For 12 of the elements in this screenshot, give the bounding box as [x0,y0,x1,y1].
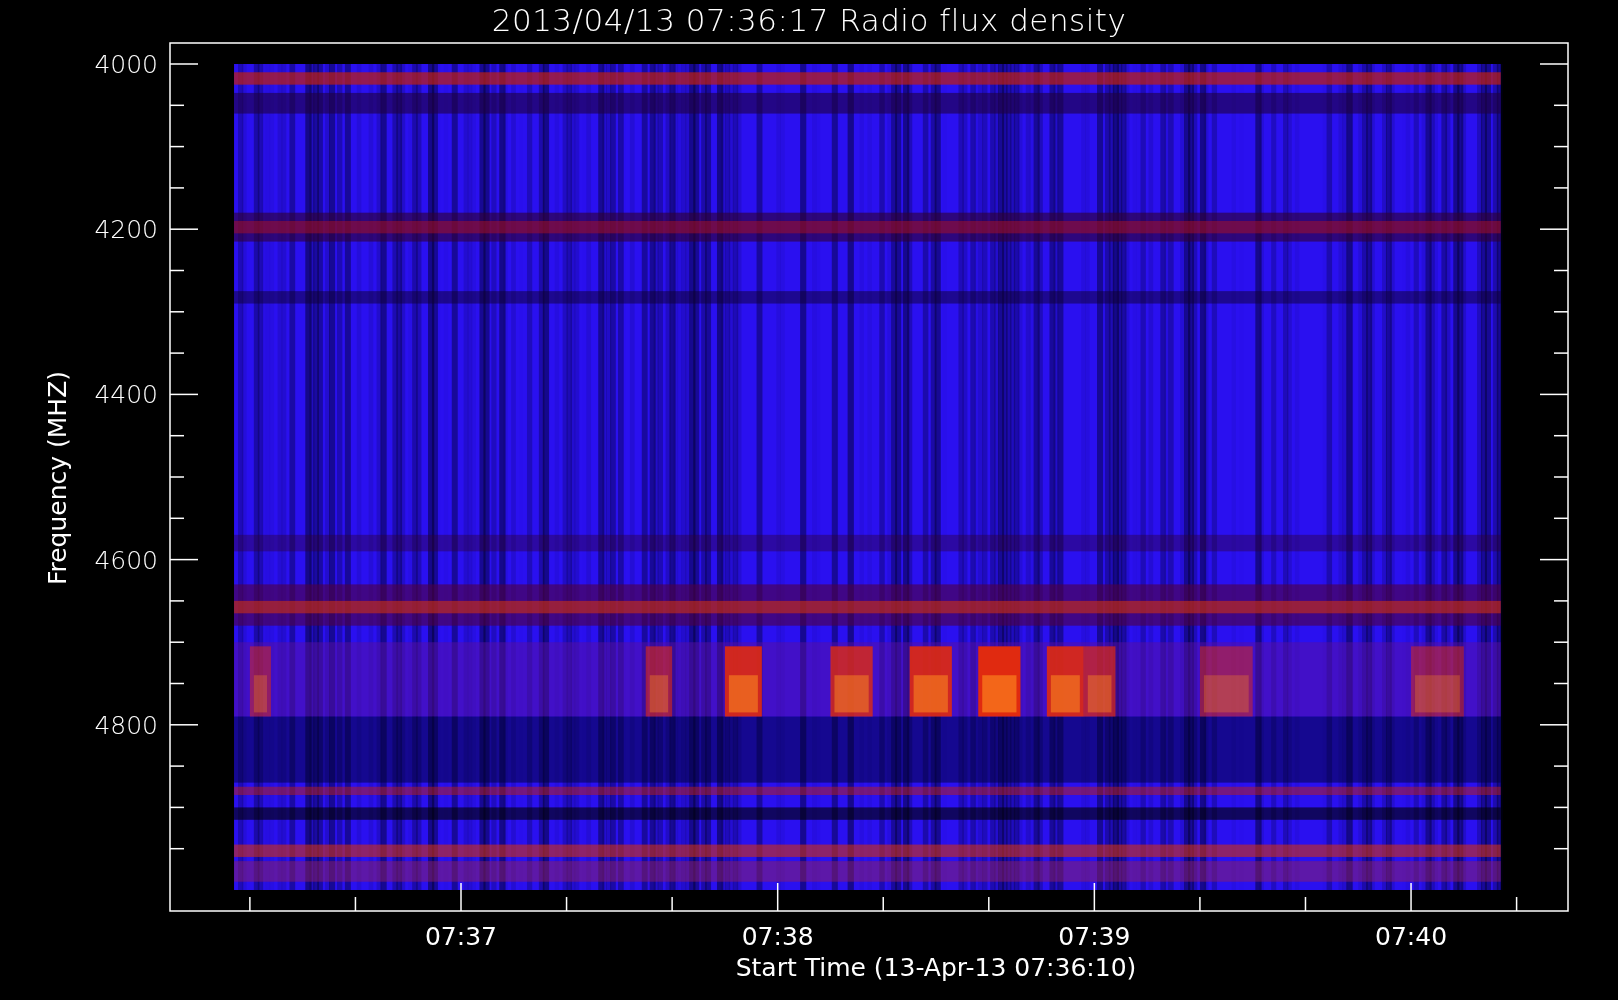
y-tick-label: 4600 [94,545,158,575]
y-axis-label: Frequency (MHZ) [43,370,72,586]
x-tick-label: 07:38 [741,922,814,951]
plot-title: 2013/04/13 07:36:17 Radio flux density [491,1,1127,40]
x-tick-label: 07:39 [1058,922,1131,951]
x-axis-label: Start Time (13-Apr-13 07:36:10) [735,953,1137,982]
y-tick-label: 4400 [94,380,158,410]
y-tick-label: 4200 [94,215,158,245]
x-tick-label: 07:40 [1375,922,1448,951]
x-tick-label: 07:37 [425,922,497,951]
y-tick-label: 4800 [94,710,158,740]
y-tick-label: 4000 [94,50,158,79]
